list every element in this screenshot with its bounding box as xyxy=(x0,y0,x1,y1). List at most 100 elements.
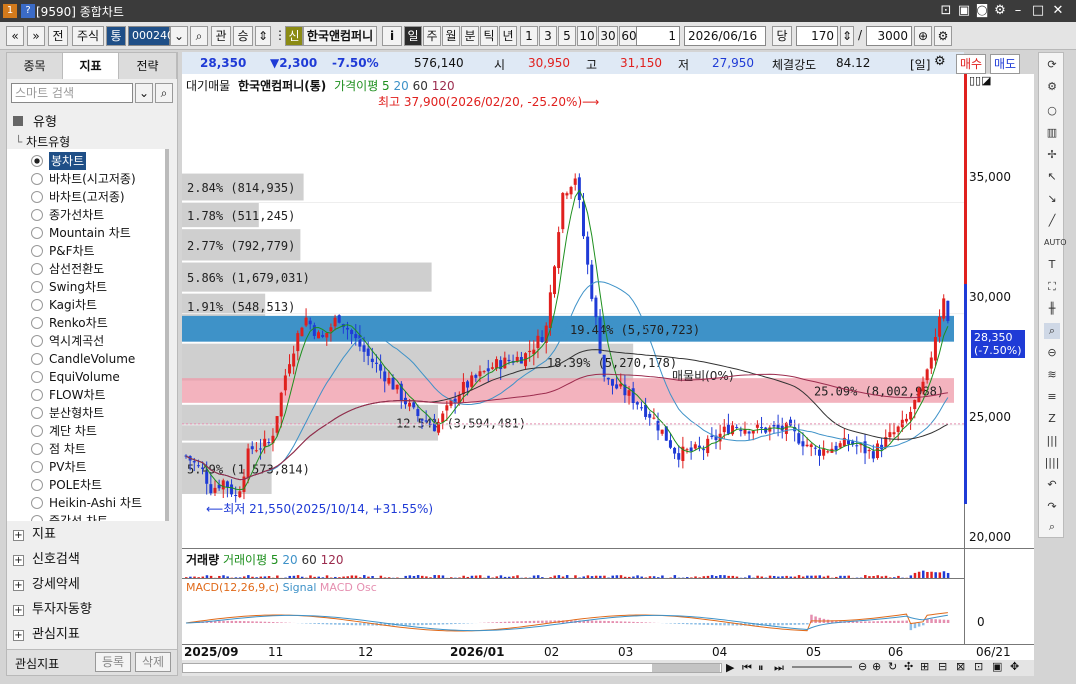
save-icon[interactable]: ▣ xyxy=(956,3,972,19)
capture-icon[interactable]: ◙ xyxy=(974,3,990,19)
period-0-button[interactable]: 일 xyxy=(404,26,422,46)
radio-icon[interactable] xyxy=(31,281,43,293)
chart-type-item[interactable]: 바차트(시고저종) xyxy=(49,170,136,188)
radio-icon[interactable] xyxy=(31,155,43,167)
gear-icon[interactable]: ⚙ xyxy=(1044,79,1060,95)
gear-icon[interactable]: ⚙ xyxy=(934,26,952,46)
chart-type-item[interactable]: FLOW차트 xyxy=(49,386,106,404)
bars-icon[interactable]: ||| xyxy=(1044,433,1060,449)
radio-icon[interactable] xyxy=(31,371,43,383)
chart-type-item[interactable]: Renko차트 xyxy=(49,314,108,332)
period-4-button[interactable]: 틱 xyxy=(480,26,498,46)
minimize-icon[interactable]: – xyxy=(1010,3,1026,19)
radio-icon[interactable] xyxy=(31,299,43,311)
chart-type-item[interactable]: 봉차트 xyxy=(49,152,87,170)
chart-type-item[interactable]: 바차트(고저종) xyxy=(49,188,125,206)
radio-icon[interactable] xyxy=(31,497,43,509)
market-button[interactable]: 주식 xyxy=(72,26,104,46)
period-5-button[interactable]: 년 xyxy=(499,26,517,46)
expand-icon[interactable]: + xyxy=(13,555,24,566)
first-icon[interactable]: ⏮ xyxy=(742,661,752,675)
price-axis[interactable]: 35,000 30,000 25,000 20,000 28,350 (-7.50… xyxy=(964,74,1034,548)
buy-button[interactable]: 매수 xyxy=(956,54,986,74)
pointer2-icon[interactable]: ↘ xyxy=(1044,191,1060,207)
chart-icon[interactable]: ▥ xyxy=(1044,125,1060,141)
interval-3-button[interactable]: 10 xyxy=(577,26,597,46)
zoom-in-icon[interactable]: ⊕ xyxy=(872,660,881,673)
menu-button[interactable]: » xyxy=(27,26,45,46)
spin-icon[interactable]: ⇕ xyxy=(255,26,271,46)
gear-icon[interactable]: ⚙ xyxy=(934,54,946,69)
expand-icon[interactable]: + xyxy=(13,530,24,541)
search-icon[interactable]: ⌕ xyxy=(190,26,208,46)
section-4[interactable]: + 관심지표 xyxy=(13,623,80,647)
integrated-button[interactable]: 통 xyxy=(106,26,126,46)
radio-icon[interactable] xyxy=(31,389,43,401)
search-icon[interactable]: ⌕ xyxy=(1044,519,1060,535)
last-icon[interactable]: ⏭ xyxy=(774,661,784,675)
radio-icon[interactable] xyxy=(31,443,43,455)
bars2-icon[interactable]: |||| xyxy=(1044,455,1060,471)
tool1-icon[interactable]: ⊞ xyxy=(920,660,929,673)
scrollbar[interactable] xyxy=(165,149,169,521)
radio-icon[interactable] xyxy=(31,263,43,275)
line-icon[interactable]: ╱ xyxy=(1044,213,1060,229)
macd-panel[interactable]: MACD(12,26,9,c) Signal MACD Osc xyxy=(182,578,964,644)
date-input[interactable]: 2026/06/16 xyxy=(684,26,766,46)
refresh-icon[interactable]: ⟳ xyxy=(1044,57,1060,73)
interval-4-button[interactable]: 30 xyxy=(598,26,618,46)
section-3[interactable]: + 투자자동향 xyxy=(13,598,92,622)
help-icon[interactable]: ? xyxy=(21,4,35,18)
tool4-icon[interactable]: ⊡ xyxy=(974,660,983,673)
scroll-track[interactable] xyxy=(182,663,722,673)
chart-type-item[interactable]: 종가선차트 xyxy=(49,206,104,224)
chart-type-group[interactable]: └ 차트유형 xyxy=(15,133,70,150)
info-button[interactable]: i xyxy=(382,26,402,46)
chart-type-item[interactable]: Swing차트 xyxy=(49,278,107,296)
period-1-button[interactable]: 주 xyxy=(423,26,441,46)
interval-2-button[interactable]: 5 xyxy=(558,26,576,46)
chart-type-item[interactable]: 점 차트 xyxy=(49,440,86,458)
prev-button[interactable]: « xyxy=(6,26,24,46)
chart-type-item[interactable]: 중간선 차트 xyxy=(49,512,108,521)
radio-icon[interactable] xyxy=(31,227,43,239)
expand-icon[interactable]: + xyxy=(13,580,24,591)
z-icon[interactable]: Z xyxy=(1044,411,1060,427)
current-button[interactable]: 당 xyxy=(772,26,792,46)
scroll-bar[interactable]: ▶ ⏮ ⏸ ⏭ ⊖ ⊕ ↻ ✣ ⊞ ⊟ ⊠ ⊡ ▣ ✥ xyxy=(182,660,1034,676)
delete-button[interactable]: 삭제 xyxy=(135,652,171,672)
code-input[interactable]: 000240 xyxy=(128,26,174,46)
chart-type-item[interactable]: POLE차트 xyxy=(49,476,102,494)
register-button[interactable]: 등록 xyxy=(95,652,131,672)
tab-strategy[interactable]: 전략 xyxy=(119,53,177,79)
total-input[interactable]: 3000 xyxy=(866,26,912,46)
count-select[interactable]: 1 xyxy=(636,26,680,46)
chart-type-item[interactable]: 삼선전환도 xyxy=(49,260,104,278)
chevron-down-icon[interactable]: ⌄ xyxy=(170,26,188,46)
radio-icon[interactable] xyxy=(31,425,43,437)
stepper-icon[interactable]: ⇕ xyxy=(840,26,854,46)
chevron-down-icon[interactable]: ⌄ xyxy=(135,83,153,103)
lock-icon[interactable]: ▯▯◪ xyxy=(969,74,992,87)
credit-badge[interactable]: 신 xyxy=(285,26,303,46)
layers-icon[interactable]: ≋ xyxy=(1044,367,1060,383)
radio-icon[interactable] xyxy=(31,461,43,473)
circle-icon[interactable]: ○ xyxy=(1044,103,1060,119)
price-chart[interactable]: 2.84% (814,935) 1.78% (511,245) 2.77% (792… xyxy=(182,74,964,548)
fill-icon[interactable]: ⛶ xyxy=(1044,279,1060,295)
radio-icon[interactable] xyxy=(31,353,43,365)
section-1[interactable]: + 신호검색 xyxy=(13,548,80,572)
period-2-button[interactable]: 월 xyxy=(442,26,460,46)
tab-stock[interactable]: 종목 xyxy=(7,53,63,79)
type-section[interactable]: 유형 xyxy=(13,111,57,130)
chart-type-item[interactable]: CandleVolume xyxy=(49,350,135,368)
pointer-icon[interactable]: ↖ xyxy=(1044,169,1060,185)
price-chart-canvas[interactable]: 2.84% (814,935) 1.78% (511,245) 2.77% (792… xyxy=(182,74,964,548)
watch-button[interactable]: 관 xyxy=(211,26,231,46)
section-0[interactable]: + 지표 xyxy=(13,523,56,547)
zoom-icon[interactable]: ⊕ xyxy=(914,26,932,46)
auto-icon[interactable]: AUTO xyxy=(1044,235,1067,251)
volume-panel[interactable]: 거래량 거래이평 5 20 60 120 xyxy=(182,548,964,579)
expand-icon[interactable]: + xyxy=(13,605,24,616)
section-2[interactable]: + 강세약세 xyxy=(13,573,80,597)
